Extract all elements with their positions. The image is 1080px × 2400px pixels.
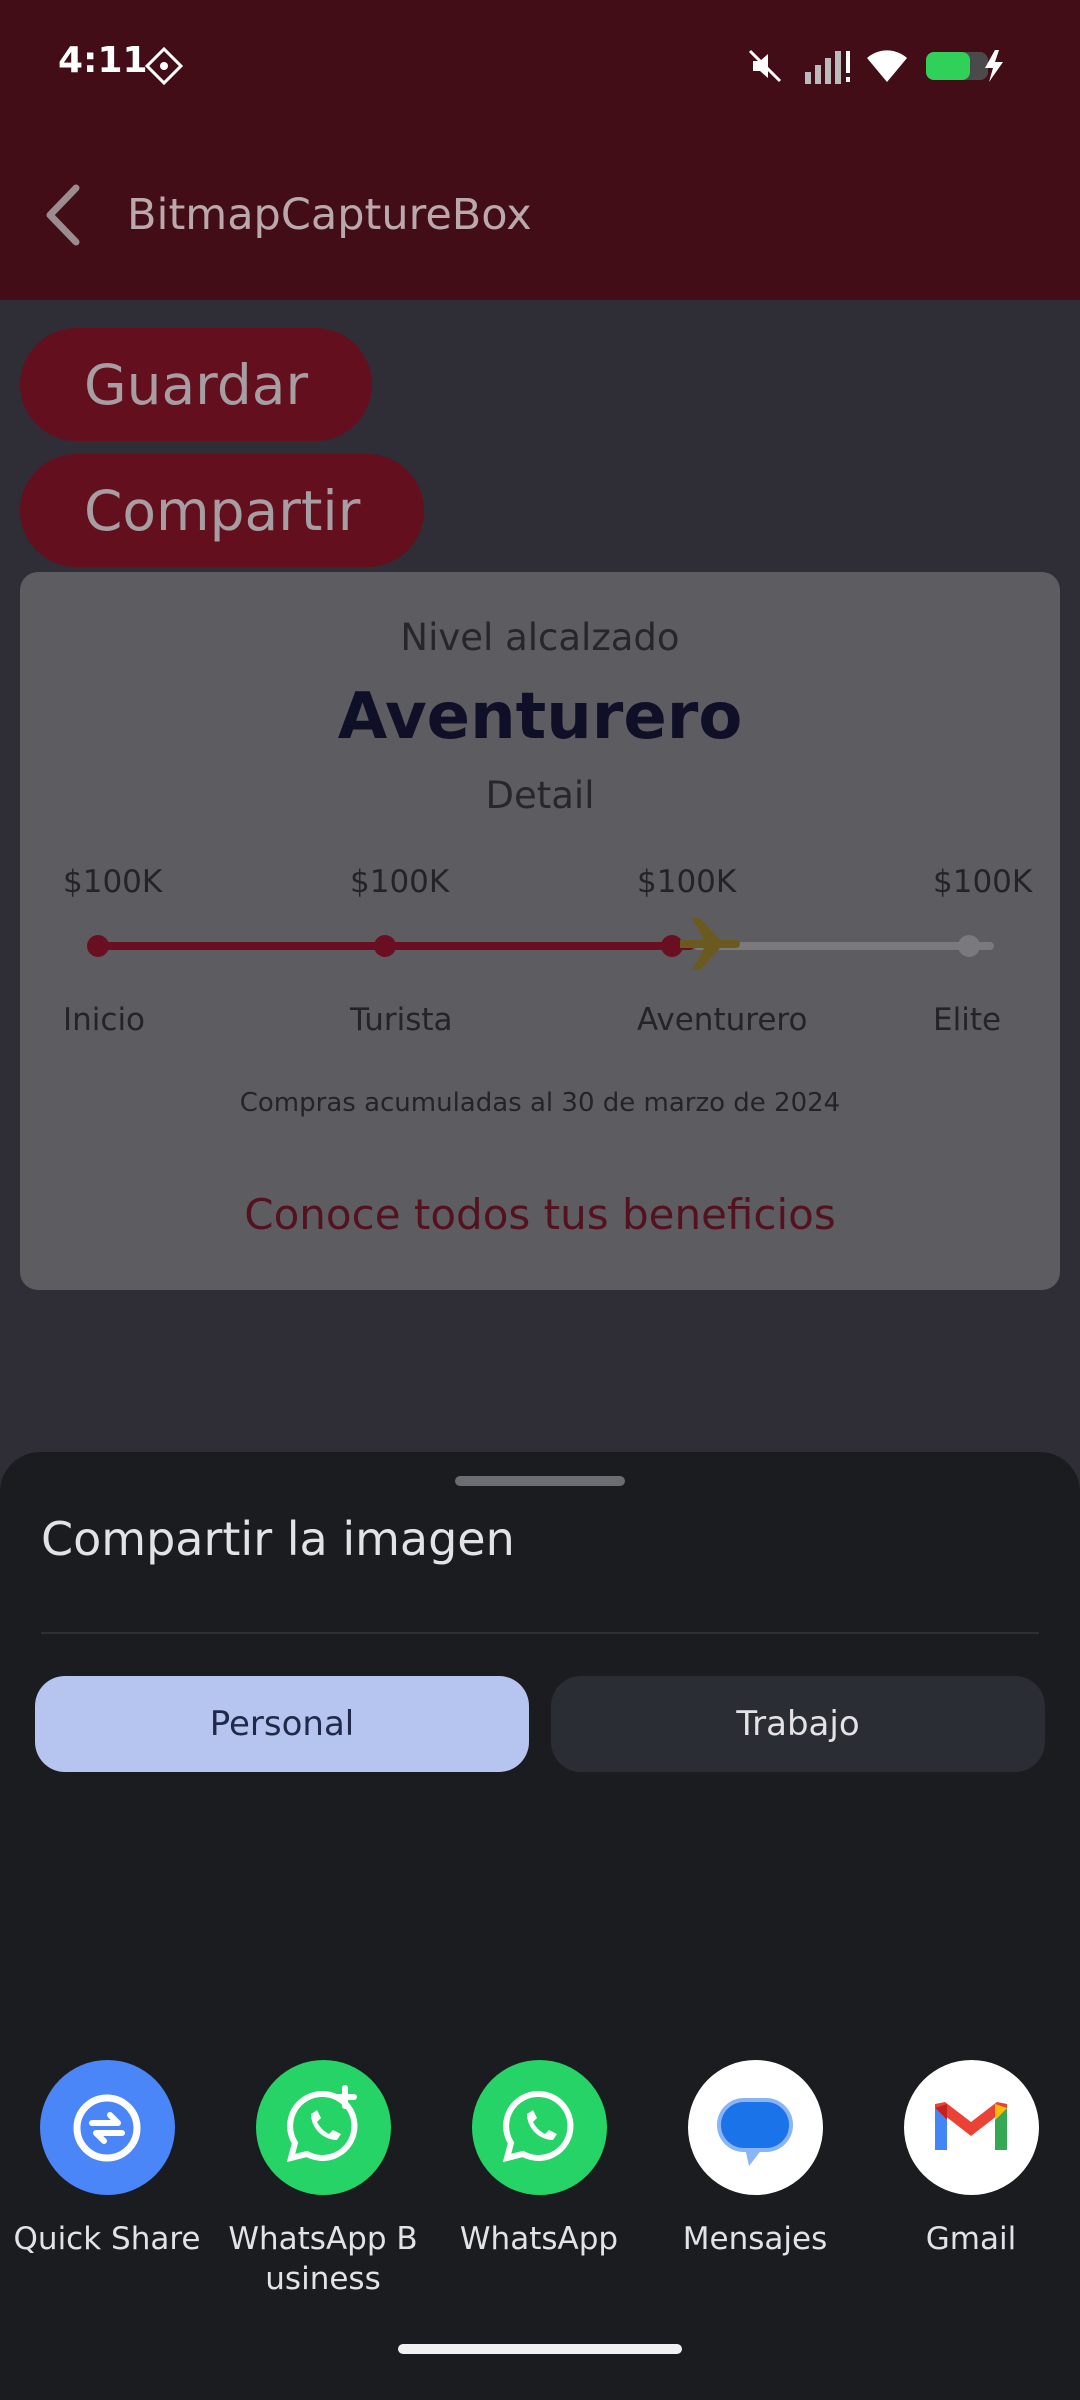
share-target-quick-share[interactable]: Quick Share (2, 2060, 212, 2259)
status-bar: 4:11 (0, 0, 1080, 130)
level-card: Nivel alcalzado Aventurero Detail $100K … (20, 572, 1060, 1290)
share-target-gmail[interactable]: Gmail (866, 2060, 1076, 2259)
level-caption: Nivel alcalzado (400, 616, 680, 659)
location-diamond-icon (144, 46, 184, 86)
whatsapp-icon (471, 2060, 607, 2195)
quick-share-icon (39, 2060, 175, 2195)
tab-personal[interactable]: Personal (35, 1676, 529, 1772)
signal-icon (805, 51, 850, 84)
share-sheet: Compartir la imagen Personal Trabajo Qui… (0, 1452, 1080, 2400)
amount-label: $100K (637, 864, 737, 900)
battery-charging-icon (926, 50, 1003, 82)
share-target-whatsapp-business[interactable]: WhatsApp B usiness (218, 2060, 428, 2299)
progress-track-filled (98, 942, 694, 950)
airplane-icon (680, 918, 740, 970)
benefits-link[interactable]: Conoce todos tus beneficios (20, 1190, 1060, 1239)
share-target-whatsapp[interactable]: WhatsApp (434, 2060, 644, 2259)
amount-label: $100K (933, 864, 1033, 900)
progress-stop-dot (87, 935, 109, 957)
gesture-nav-bar[interactable] (398, 2344, 682, 2354)
whatsapp-business-icon (255, 2060, 391, 2195)
app-label: WhatsApp B usiness (228, 2221, 418, 2297)
progress-stop-dot (374, 935, 396, 957)
stop-label: Elite (933, 1002, 1002, 1038)
app-label: WhatsApp (459, 2221, 619, 2257)
gmail-icon (903, 2060, 1039, 2195)
level-detail: Detail (485, 774, 595, 817)
back-arrow-icon[interactable] (40, 180, 90, 250)
sheet-drag-handle[interactable] (455, 1476, 625, 1486)
messages-icon (687, 2060, 823, 2195)
share-button[interactable]: Compartir (20, 454, 425, 567)
share-target-mensajes[interactable]: Mensajes (650, 2060, 860, 2259)
amount-label: $100K (63, 864, 163, 900)
wifi-icon (867, 50, 907, 82)
status-time: 4:11 (58, 40, 148, 81)
progress-stop-dot (958, 935, 980, 957)
amount-label: $100K (350, 864, 450, 900)
sheet-title: Compartir la imagen (41, 1512, 515, 1566)
purchases-note: Compras acumuladas al 30 de marzo de 202… (239, 1088, 841, 1118)
stop-label: Inicio (63, 1002, 146, 1038)
app-title: BitmapCaptureBox (127, 190, 532, 240)
app-label: Quick Share (13, 2221, 201, 2257)
level-name: Aventurero (337, 680, 743, 754)
app-bar: BitmapCaptureBox (0, 130, 1080, 300)
mute-icon (748, 49, 782, 83)
app-label: Gmail (925, 2221, 1017, 2257)
divider (41, 1632, 1039, 1634)
app-label: Mensajes (682, 2221, 828, 2257)
save-button[interactable]: Guardar (20, 328, 373, 441)
stop-label: Aventurero (637, 1002, 808, 1038)
stop-label: Turista (350, 1002, 453, 1038)
tab-trabajo[interactable]: Trabajo (551, 1676, 1045, 1772)
